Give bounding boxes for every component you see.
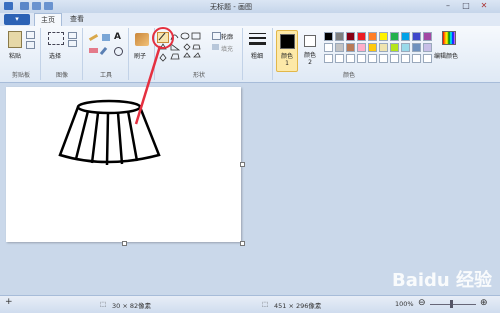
- canvas-size-icon: ⬚: [262, 300, 269, 308]
- zoom-slider-thumb[interactable]: [450, 300, 453, 308]
- canvas-size: 451 × 296像素: [274, 302, 322, 310]
- zoom-slider[interactable]: [430, 304, 476, 305]
- watermark: Baidu 经验: [391, 270, 492, 291]
- status-bar: + ⬚ 30 × 82像素 ⬚ 451 × 296像素 100% ⊖ ⊕: [0, 295, 500, 313]
- zoom-out-icon[interactable]: ⊖: [418, 298, 426, 308]
- zoom-in-icon[interactable]: ⊕: [480, 298, 488, 308]
- selection-size: 30 × 82像素: [112, 302, 152, 310]
- selection-icon: ⬚: [100, 300, 107, 308]
- zoom-level: 100%: [395, 300, 414, 308]
- cursor-position-icon: +: [5, 297, 13, 307]
